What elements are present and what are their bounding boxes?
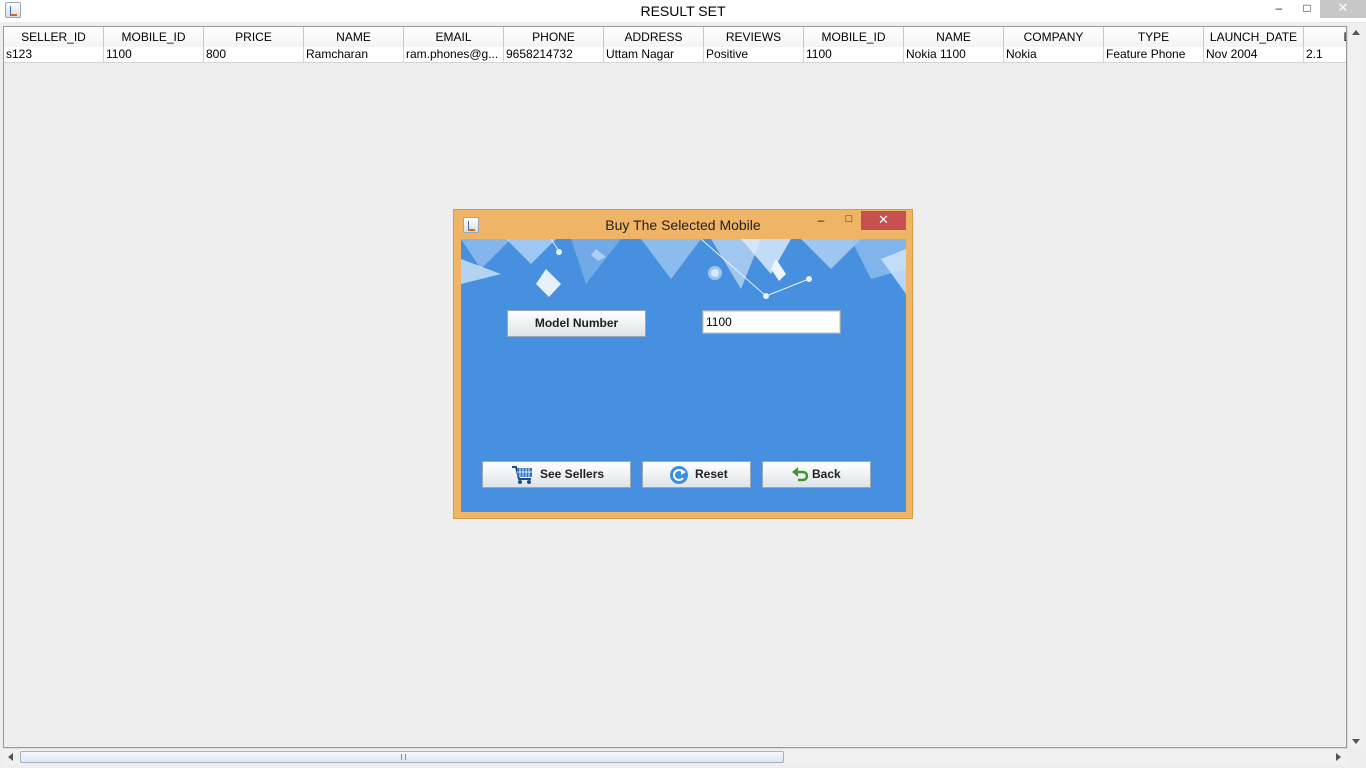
window-title: RESULT SET: [640, 3, 726, 19]
table-cell[interactable]: 800: [204, 47, 304, 63]
back-arrow-icon: [792, 467, 808, 482]
column-header[interactable]: ADDRESS: [604, 27, 704, 47]
column-header[interactable]: PHONE: [504, 27, 604, 47]
horizontal-scroll-thumb[interactable]: [20, 751, 784, 763]
table-cell[interactable]: ram.phones@g...: [404, 47, 504, 63]
vertical-scrollbar[interactable]: [1347, 26, 1364, 748]
table-header: SELLER_ID MOBILE_ID PRICE NAME EMAIL PHO…: [4, 27, 1346, 47]
dialog-close-button[interactable]: ✕: [861, 211, 906, 230]
refresh-icon: [670, 466, 688, 484]
scroll-down-icon[interactable]: [1352, 739, 1360, 744]
table-cell[interactable]: 1100: [804, 47, 904, 63]
close-button[interactable]: ✕: [1320, 0, 1366, 18]
column-header[interactable]: SELLER_ID: [4, 27, 104, 47]
column-header[interactable]: EMAIL: [404, 27, 504, 47]
reset-label: Reset: [695, 467, 728, 481]
table-cell[interactable]: s123: [4, 47, 104, 63]
column-header[interactable]: PRICE: [204, 27, 304, 47]
cart-icon: [512, 466, 532, 484]
table-cell[interactable]: Nokia 1100: [904, 47, 1004, 63]
model-number-input[interactable]: [702, 310, 841, 334]
crystal-banner-image: [461, 239, 906, 299]
column-header[interactable]: LAUNCH_DATE: [1204, 27, 1304, 47]
scroll-up-icon[interactable]: [1352, 30, 1360, 35]
dialog-minimize-button[interactable]: –: [814, 214, 828, 228]
back-label: Back: [812, 467, 841, 481]
column-header[interactable]: NAME: [304, 27, 404, 47]
table-row[interactable]: s123 1100 800 Ramcharan ram.phones@g... …: [4, 47, 1346, 63]
column-header[interactable]: COMPANY: [1004, 27, 1104, 47]
table-cell[interactable]: Ramcharan: [304, 47, 404, 63]
table-cell[interactable]: 1100: [104, 47, 204, 63]
main-title-bar: RESULT SET – □ ✕: [0, 0, 1366, 22]
table-cell[interactable]: 2.1: [1304, 47, 1346, 63]
scroll-left-icon[interactable]: [8, 753, 13, 761]
maximize-button[interactable]: □: [1294, 0, 1320, 18]
horizontal-scrollbar[interactable]: [3, 748, 1347, 765]
column-header[interactable]: MOBILE_ID: [104, 27, 204, 47]
table-cell[interactable]: Nov 2004: [1204, 47, 1304, 63]
column-header[interactable]: REVIEWS: [704, 27, 804, 47]
table-cell[interactable]: Uttam Nagar: [604, 47, 704, 63]
dialog-content: Model Number See Sellers Reset: [461, 239, 906, 512]
column-header[interactable]: DIS: [1304, 27, 1346, 47]
table-cell[interactable]: Positive: [704, 47, 804, 63]
model-number-label-button[interactable]: Model Number: [507, 310, 646, 337]
minimize-button[interactable]: –: [1266, 0, 1292, 18]
see-sellers-label: See Sellers: [540, 467, 605, 481]
reset-button[interactable]: Reset: [642, 461, 751, 488]
table-cell[interactable]: Feature Phone: [1104, 47, 1204, 63]
buy-mobile-dialog: Buy The Selected Mobile – □ ✕ Model Numb…: [453, 209, 913, 519]
column-header[interactable]: MOBILE_ID: [804, 27, 904, 47]
dialog-maximize-button[interactable]: □: [842, 213, 856, 227]
scroll-right-icon[interactable]: [1336, 753, 1341, 761]
table-cell[interactable]: 9658214732: [504, 47, 604, 63]
table-cell[interactable]: Nokia: [1004, 47, 1104, 63]
see-sellers-button[interactable]: See Sellers: [482, 461, 631, 488]
column-header[interactable]: TYPE: [1104, 27, 1204, 47]
back-button[interactable]: Back: [762, 461, 871, 488]
column-header[interactable]: NAME: [904, 27, 1004, 47]
